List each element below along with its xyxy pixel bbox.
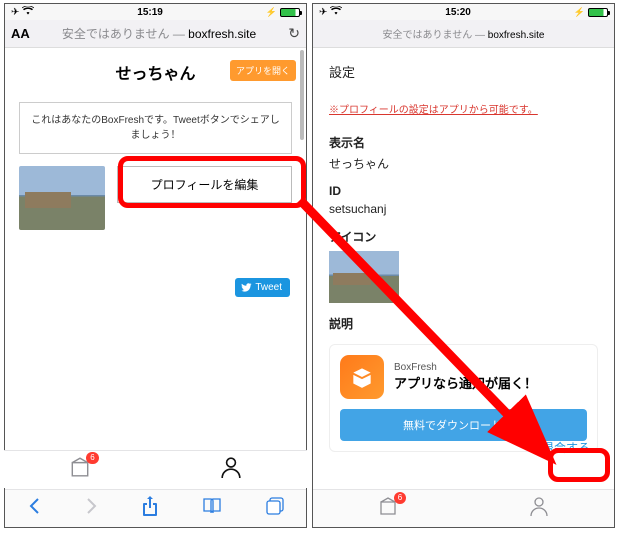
twitter-icon: [241, 282, 252, 293]
site-domain: boxfresh.site: [488, 30, 545, 41]
id-label: ID: [329, 184, 598, 198]
wifi-icon: [330, 6, 342, 18]
open-app-button[interactable]: アプリを開く: [230, 60, 296, 81]
tweet-button[interactable]: Tweet: [235, 278, 290, 297]
phone-right: ✈ 15:20 ⚡ 安全ではありません — boxfresh.site 設定 ※…: [312, 3, 615, 528]
airplane-icon: ✈: [319, 7, 327, 18]
charging-icon: ⚡: [574, 7, 585, 18]
url-field[interactable]: 安全ではありません — boxfresh.site: [36, 25, 282, 42]
not-secure-label: 安全ではありません: [383, 30, 473, 41]
inbox-badge: 6: [394, 492, 406, 504]
site-domain: boxfresh.site: [188, 27, 256, 41]
tweet-label: Tweet: [255, 282, 282, 293]
battery-icon: [280, 8, 300, 17]
promo-app-name: BoxFresh: [394, 362, 537, 373]
inbox-badge: 6: [86, 452, 98, 464]
promo-headline: アプリなら通知が届く！: [394, 373, 537, 392]
profile-app-notice[interactable]: ※プロフィールの設定はアプリから可能です。: [329, 101, 598, 116]
back-icon[interactable]: [27, 498, 41, 519]
status-bar: ✈ 15:19 ⚡: [5, 4, 306, 20]
url-field[interactable]: 安全ではありません — boxfresh.site: [383, 26, 545, 41]
description-label: 説明: [329, 315, 598, 332]
text-size-button[interactable]: AA: [11, 26, 30, 41]
reload-icon[interactable]: ↻: [288, 25, 300, 42]
display-name-value: せっちゃん: [329, 155, 598, 172]
address-bar[interactable]: AA 安全ではありません — boxfresh.site ↻: [5, 20, 306, 48]
profile-tab[interactable]: [220, 456, 242, 483]
id-value: setsuchanj: [329, 202, 598, 216]
edit-profile-button[interactable]: プロフィールを編集: [117, 166, 292, 203]
tabs-icon[interactable]: [266, 497, 284, 520]
app-tabbar: 6: [313, 489, 614, 527]
status-time: 15:20: [445, 7, 471, 18]
share-prompt: これはあなたのBoxFreshです。Tweetボタンでシェアしましょう！: [19, 102, 292, 154]
battery-icon: [588, 8, 608, 17]
status-bar: ✈ 15:20 ⚡: [313, 4, 614, 20]
app-tabbar-left: 6: [4, 450, 307, 488]
status-left: ✈: [319, 6, 342, 18]
status-time: 15:19: [137, 7, 163, 18]
profile-row: プロフィールを編集: [5, 166, 306, 230]
address-bar[interactable]: 安全ではありません — boxfresh.site: [313, 20, 614, 48]
profile-header: せっちゃん アプリを開く: [5, 48, 306, 96]
settings-section: 設定 ※プロフィールの設定はアプリから可能です。 表示名 せっちゃん ID se…: [313, 48, 614, 332]
username: せっちゃん: [115, 60, 195, 84]
airplane-icon: ✈: [11, 7, 19, 18]
page-content-right: 設定 ※プロフィールの設定はアプリから可能です。 表示名 せっちゃん ID se…: [313, 48, 614, 502]
page-content-left: せっちゃん アプリを開く これはあなたのBoxFreshです。Tweetボタンで…: [5, 48, 306, 490]
profile-image[interactable]: [19, 166, 105, 230]
wifi-icon: [22, 6, 34, 18]
status-right: ⚡: [574, 7, 608, 18]
charging-icon: ⚡: [266, 7, 277, 18]
not-secure-label: 安全ではありません: [62, 27, 170, 41]
inbox-tab[interactable]: 6: [378, 496, 398, 521]
share-icon[interactable]: [142, 496, 158, 521]
profile-icon-image[interactable]: [329, 251, 399, 303]
icon-label: アイコン: [329, 228, 598, 245]
settings-title: 設定: [329, 62, 598, 81]
bookmarks-icon[interactable]: [202, 498, 222, 519]
display-name-label: 表示名: [329, 134, 598, 151]
app-icon: [340, 355, 384, 399]
forward-icon: [85, 498, 99, 519]
status-left: ✈: [11, 6, 34, 18]
inbox-tab[interactable]: 6: [69, 456, 91, 483]
status-right: ⚡: [266, 7, 300, 18]
withdraw-link[interactable]: 退会する: [534, 433, 598, 462]
profile-tab[interactable]: [529, 496, 549, 521]
safari-toolbar: [5, 489, 306, 527]
